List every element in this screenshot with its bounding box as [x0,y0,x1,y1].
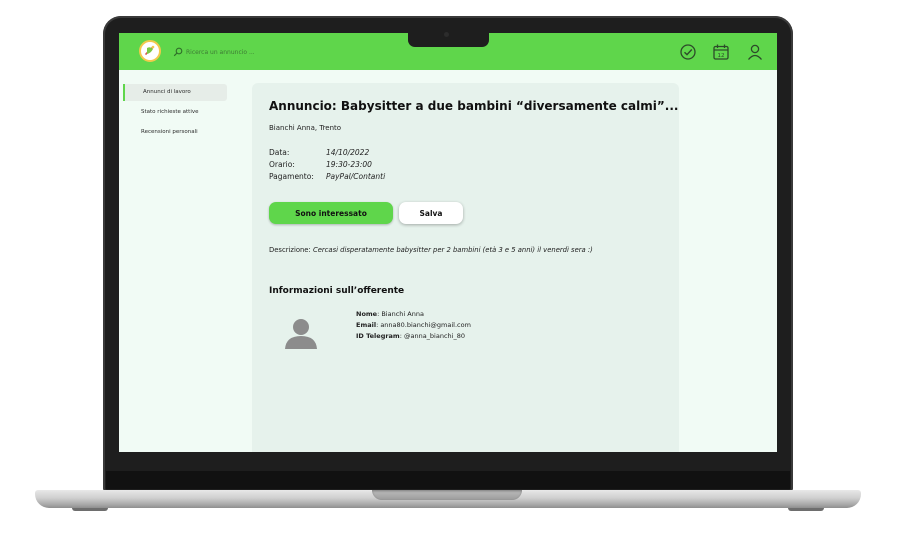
app-screen: 12 Annunci di lavoro Stato richieste att… [119,33,777,452]
offerer-email-value[interactable]: : anna80.bianchi@gmail.com [376,321,471,329]
search-icon [173,47,183,57]
offerer-email: Email: anna80.bianchi@gmail.com [356,320,471,331]
detail-label: Orario: [269,160,295,169]
offerer-telegram-label: ID Telegram [356,332,400,340]
check-circle-icon[interactable] [678,42,698,62]
offerer-name-value: : Bianchi Anna [377,310,424,318]
listing-details: Data: 14/10/2022 Orario: 19:30-23:00 Pag… [269,147,385,183]
offerer-telegram: ID Telegram: @anna_bianchi_80 [356,331,471,342]
offerer-name-label: Nome [356,310,378,318]
laptop-foot-left [72,508,108,511]
sidebar-item-recensioni[interactable]: Recensioni personali [123,124,227,141]
laptop-bottom-bezel [106,471,790,489]
calendar-icon[interactable]: 12 [711,42,731,62]
offerer-telegram-value[interactable]: : @anna_bianchi_80 [400,332,465,340]
description-label: Descrizione: [269,246,311,254]
detail-row-time: Orario: 19:30-23:00 [269,159,385,171]
detail-value: PayPal/Contanti [326,172,386,181]
offerer-name: Nome: Bianchi Anna [356,309,471,320]
calendar-day: 12 [718,53,725,59]
listing-author-location: Bianchi Anna, Trento [269,124,342,132]
offerer-email-label: Email [356,321,377,329]
offerer-section-title: Informazioni sull’offerente [269,286,405,296]
description-text: Cercasi disperatamente babysitter per 2 … [312,246,593,254]
listing-description: Descrizione: Cercasi disperatamente baby… [269,246,593,254]
avatar [285,319,317,349]
laptop-foot-right [788,508,824,511]
detail-value: 14/10/2022 [326,148,370,157]
listing-card: Annuncio: Babysitter a due bambini “dive… [252,83,679,452]
sidebar-item-annunci-di-lavoro[interactable]: Annunci di lavoro [123,84,227,101]
search-input[interactable] [186,48,326,56]
interested-button[interactable]: Sono interessato [269,202,393,224]
user-icon[interactable] [745,42,765,62]
sidebar: Annunci di lavoro Stato richieste attive… [123,84,227,144]
detail-row-payment: Pagamento: PayPal/Contanti [269,171,385,183]
camera-icon [444,32,449,37]
detail-label: Data: [269,148,290,157]
sidebar-item-stato-richieste[interactable]: Stato richieste attive [123,104,227,121]
offerer-info: Nome: Bianchi Anna Email: anna80.bianchi… [356,309,471,342]
detail-row-date: Data: 14/10/2022 [269,147,385,159]
laptop-base-notch [372,490,522,500]
detail-value: 19:30-23:00 [326,160,372,169]
app-logo-icon[interactable] [139,40,161,62]
detail-label: Pagamento: [269,172,314,181]
save-button[interactable]: Salva [399,202,463,224]
listing-title: Annuncio: Babysitter a due bambini “dive… [269,99,679,113]
search-bar[interactable] [173,45,326,59]
